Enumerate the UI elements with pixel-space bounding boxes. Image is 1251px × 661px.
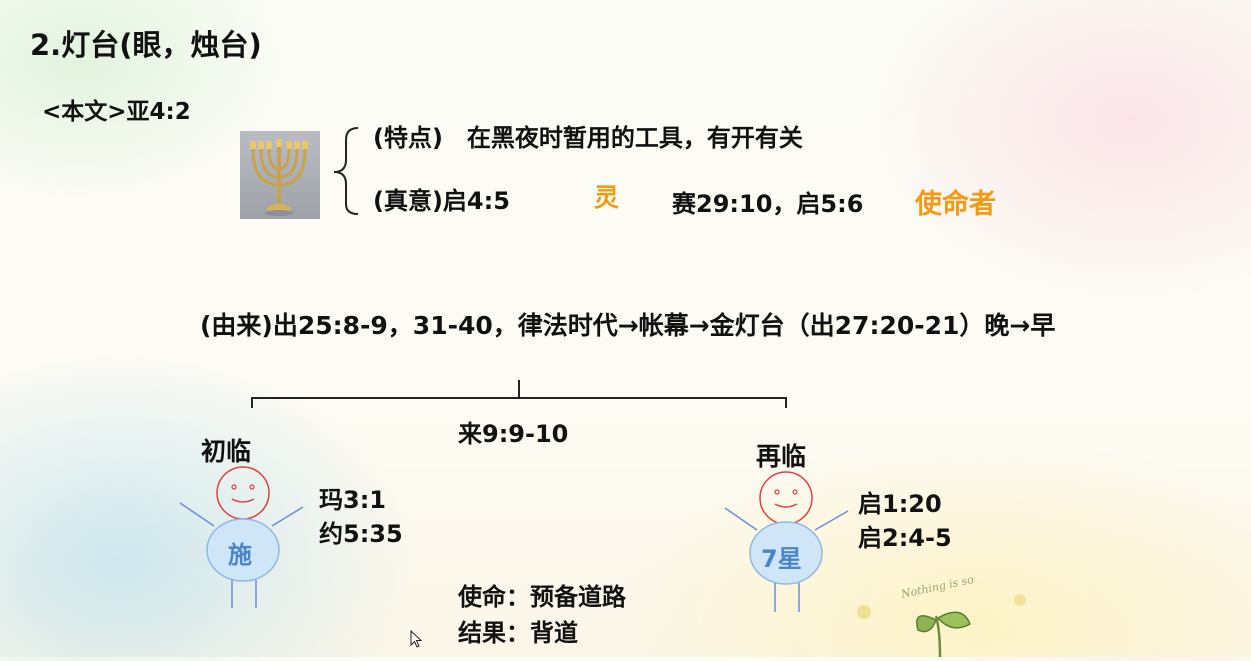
first-coming-refs: 玛3:1 约5:35 <box>319 483 403 551</box>
true-meaning-label: (真意)启4:5 <box>373 187 510 215</box>
first-coming-label: 初临 <box>201 437 252 466</box>
curly-bracket-icon <box>333 127 359 215</box>
second-coming-body-text: 7星 <box>761 545 802 573</box>
spirit-highlight: 灵 <box>594 183 620 212</box>
timeline-bracket <box>251 380 787 408</box>
second-ref-2: 启2:4-5 <box>858 524 952 552</box>
second-coming-refs: 启1:20 启2:4-5 <box>858 487 952 555</box>
first-coming-body-text: 施 <box>228 541 252 569</box>
sprout-decoration: Nothing is so <box>840 560 1060 661</box>
features-line: (特点) 在黑夜时暂用的工具，有开有关 <box>373 124 803 152</box>
decor-text: Nothing is so <box>899 573 975 601</box>
second-ref-1: 启1:20 <box>858 490 942 518</box>
first-ref-2: 约5:35 <box>319 520 403 548</box>
mouse-pointer-icon <box>410 629 424 654</box>
mission-line: 使命：预备道路 <box>458 583 626 611</box>
hebrews-reference: 来9:9-10 <box>458 420 569 448</box>
second-coming-label: 再临 <box>756 442 807 471</box>
verse-references: 赛29:10，启5:6 <box>672 190 864 218</box>
origin-line: (由来)出25:8-9，31-40，律法时代→帐幕→金灯台（出27:20-21）… <box>200 311 1056 340</box>
first-ref-1: 玛3:1 <box>319 486 386 514</box>
messenger-highlight: 使命者 <box>915 189 996 220</box>
mission-result-block: 使命：预备道路 结果：背道 <box>458 579 626 651</box>
result-line: 结果：背道 <box>458 619 578 647</box>
